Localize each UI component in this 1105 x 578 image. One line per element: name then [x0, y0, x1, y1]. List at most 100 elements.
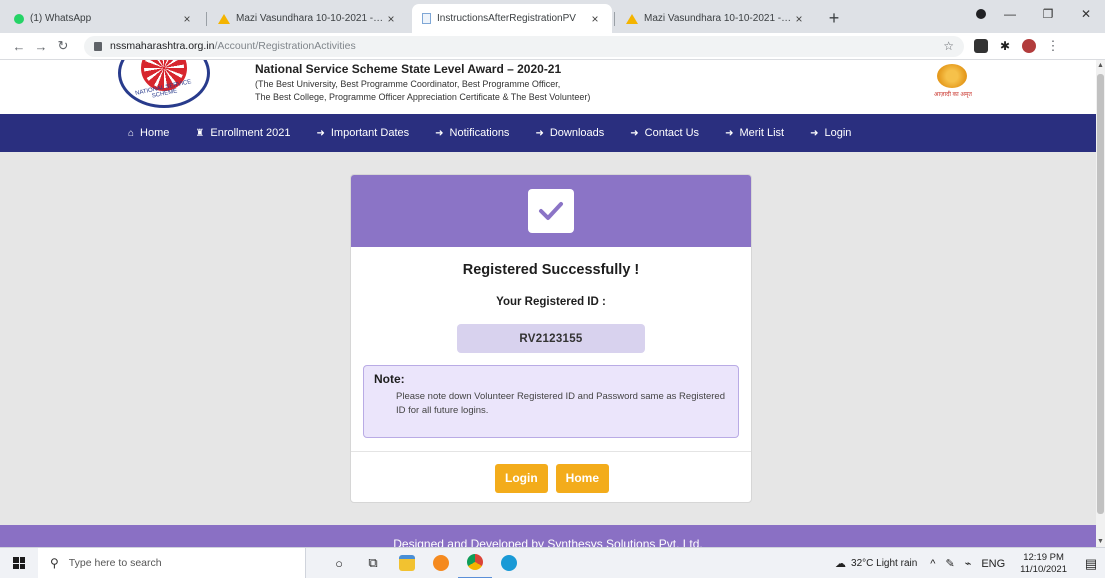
nav-important-dates[interactable]: ➜ Important Dates	[316, 127, 409, 139]
registered-id-value: RV2123155	[457, 324, 645, 353]
taskbar-search[interactable]: ⚲ Type here to search	[38, 547, 306, 578]
task-view-icon[interactable]: ⧉	[356, 548, 390, 578]
firefox-icon[interactable]	[424, 548, 458, 578]
profile-avatar[interactable]	[1022, 39, 1036, 53]
sign-in-icon: ➜	[725, 127, 734, 139]
lock-icon	[94, 41, 102, 51]
sign-in-icon: ➜	[535, 127, 544, 139]
card-header	[351, 175, 751, 247]
search-placeholder: Type here to search	[68, 557, 162, 569]
url-host: nssmaharashtra.org.in	[110, 40, 215, 52]
home-icon: ⌂	[128, 127, 135, 139]
close-icon[interactable]: ×	[180, 12, 194, 26]
site-title: National Service Scheme State Level Awar…	[255, 62, 562, 76]
close-icon[interactable]: ×	[384, 12, 398, 26]
nav-label: Enrollment 2021	[210, 127, 291, 139]
maximize-button[interactable]: ❐	[1029, 7, 1067, 21]
sign-in-icon: ➜	[630, 127, 639, 139]
close-icon[interactable]: ×	[588, 12, 602, 26]
network-icon[interactable]: ⌁	[965, 557, 972, 570]
nav-label: Contact Us	[644, 127, 700, 139]
record-icon[interactable]	[976, 9, 986, 19]
nav-enrollment[interactable]: ♜ Enrollment 2021	[195, 127, 290, 139]
card-footer: Login Home	[351, 451, 751, 502]
web-page: NATIONAL SERVICE SCHEME National Service…	[0, 60, 1096, 547]
registered-id-label: Your Registered ID :	[496, 296, 606, 308]
window-controls: — ❐ ✕	[991, 0, 1105, 28]
scroll-down-icon[interactable]: ▼	[1097, 538, 1104, 545]
tab-drive-2[interactable]: Mazi Vasundhara 10-10-2021 - Google Driv…	[614, 4, 816, 33]
taskbar-apps: ○ ⧉	[322, 548, 526, 578]
url-path: /Account/RegistrationActivities	[214, 40, 356, 52]
forward-button[interactable]: →	[30, 39, 52, 54]
sign-in-icon: ➜	[810, 127, 819, 139]
azadi-logo: आज़ादी का अमृत	[928, 64, 978, 104]
site-header: NATIONAL SERVICE SCHEME National Service…	[0, 60, 1096, 114]
note-title: Note:	[374, 372, 405, 386]
bookmark-star-icon[interactable]: ☆	[943, 39, 954, 53]
tab-title: (1) WhatsApp	[30, 13, 92, 24]
extension-icon[interactable]	[974, 39, 988, 53]
logo-emblem-icon	[937, 64, 967, 88]
puzzle-icon[interactable]: ✱	[998, 39, 1012, 53]
system-tray: ☁ 32°C Light rain ^ ✎ ⌁ ENG 12:19 PM 11/…	[830, 548, 1105, 578]
notification-icon[interactable]: ▤	[1077, 556, 1105, 572]
scroll-up-icon[interactable]: ▲	[1097, 62, 1104, 69]
sign-in-icon: ➜	[316, 127, 325, 139]
cortana-icon[interactable]: ○	[322, 548, 356, 578]
chrome-icon[interactable]	[458, 548, 492, 578]
browser-toolbar: ← → ↻ nssmaharashtra.org.in /Account/Reg…	[0, 33, 1105, 60]
pen-icon[interactable]: ✎	[945, 557, 954, 570]
language-indicator[interactable]: ENG	[981, 558, 1005, 570]
new-tab-button[interactable]: +	[820, 4, 848, 33]
checkmark-icon	[528, 189, 574, 233]
back-button[interactable]: ←	[8, 39, 30, 54]
header-text: National Service Scheme State Level Awar…	[255, 62, 590, 104]
nav-label: Login	[824, 127, 852, 139]
address-bar[interactable]: nssmaharashtra.org.in /Account/Registrat…	[84, 35, 964, 57]
close-window-button[interactable]: ✕	[1067, 7, 1105, 21]
chevron-up-icon[interactable]: ^	[930, 558, 935, 570]
nav-notifications[interactable]: ➜ Notifications	[435, 127, 509, 139]
site-subtitle-1: (The Best University, Best Programme Coo…	[255, 79, 561, 89]
reload-button[interactable]: ↻	[52, 38, 74, 54]
clock[interactable]: 12:19 PM 11/10/2021	[1020, 552, 1067, 576]
nav-label: Home	[140, 127, 170, 139]
page-scrollbar[interactable]: ▲ ▼	[1096, 60, 1105, 547]
weather-icon: ☁	[835, 558, 847, 570]
close-icon[interactable]: ×	[792, 12, 806, 26]
minimize-button[interactable]: —	[991, 7, 1029, 21]
edge-icon[interactable]	[492, 548, 526, 578]
site-subtitle-2: The Best College, Programme Officer Appr…	[255, 92, 591, 102]
clock-date: 11/10/2021	[1020, 563, 1067, 575]
search-icon: ⚲	[50, 556, 59, 570]
nav-contact-us[interactable]: ➜ Contact Us	[630, 127, 699, 139]
file-explorer-icon[interactable]	[390, 548, 424, 578]
nav-login[interactable]: ➜ Login	[810, 127, 851, 139]
tab-drive-1[interactable]: Mazi Vasundhara 10-10-2021 - Google Driv…	[206, 4, 408, 33]
home-button[interactable]: Home	[555, 463, 609, 493]
scrollbar-thumb[interactable]	[1097, 74, 1104, 514]
nav-downloads[interactable]: ➜ Downloads	[535, 127, 604, 139]
drive-icon	[626, 13, 638, 24]
nss-emblem-logo: NATIONAL SERVICE SCHEME	[118, 60, 210, 108]
menu-icon[interactable]: ⋮	[1042, 38, 1064, 54]
note-text: Please note down Volunteer Registered ID…	[396, 391, 725, 416]
sign-in-icon: ➜	[435, 127, 444, 139]
tab-instructions[interactable]: InstructionsAfterRegistrationPV ×	[412, 4, 612, 33]
weather-text[interactable]: 32°C Light rain	[851, 558, 917, 569]
site-footer: Designed and Developed by Synthesys Solu…	[0, 525, 1096, 547]
nav-label: Important Dates	[330, 127, 410, 139]
login-button[interactable]: Login	[495, 463, 548, 493]
tab-whatsapp[interactable]: (1) WhatsApp ×	[4, 4, 204, 33]
whatsapp-icon	[14, 13, 24, 24]
nav-merit-list[interactable]: ➜ Merit List	[725, 127, 784, 139]
note-box: Note: Please note down Volunteer Registe…	[363, 365, 739, 438]
tab-title: Mazi Vasundhara 10-10-2021 - Google Driv…	[236, 13, 384, 24]
nav-label: Downloads	[549, 127, 605, 139]
start-button[interactable]	[0, 557, 38, 569]
logo-text: आज़ादी का अमृत	[934, 92, 972, 98]
trophy-icon: ♜	[195, 127, 205, 139]
nav-home[interactable]: ⌂ Home	[128, 127, 169, 139]
tab-title: InstructionsAfterRegistrationPV	[437, 13, 576, 24]
